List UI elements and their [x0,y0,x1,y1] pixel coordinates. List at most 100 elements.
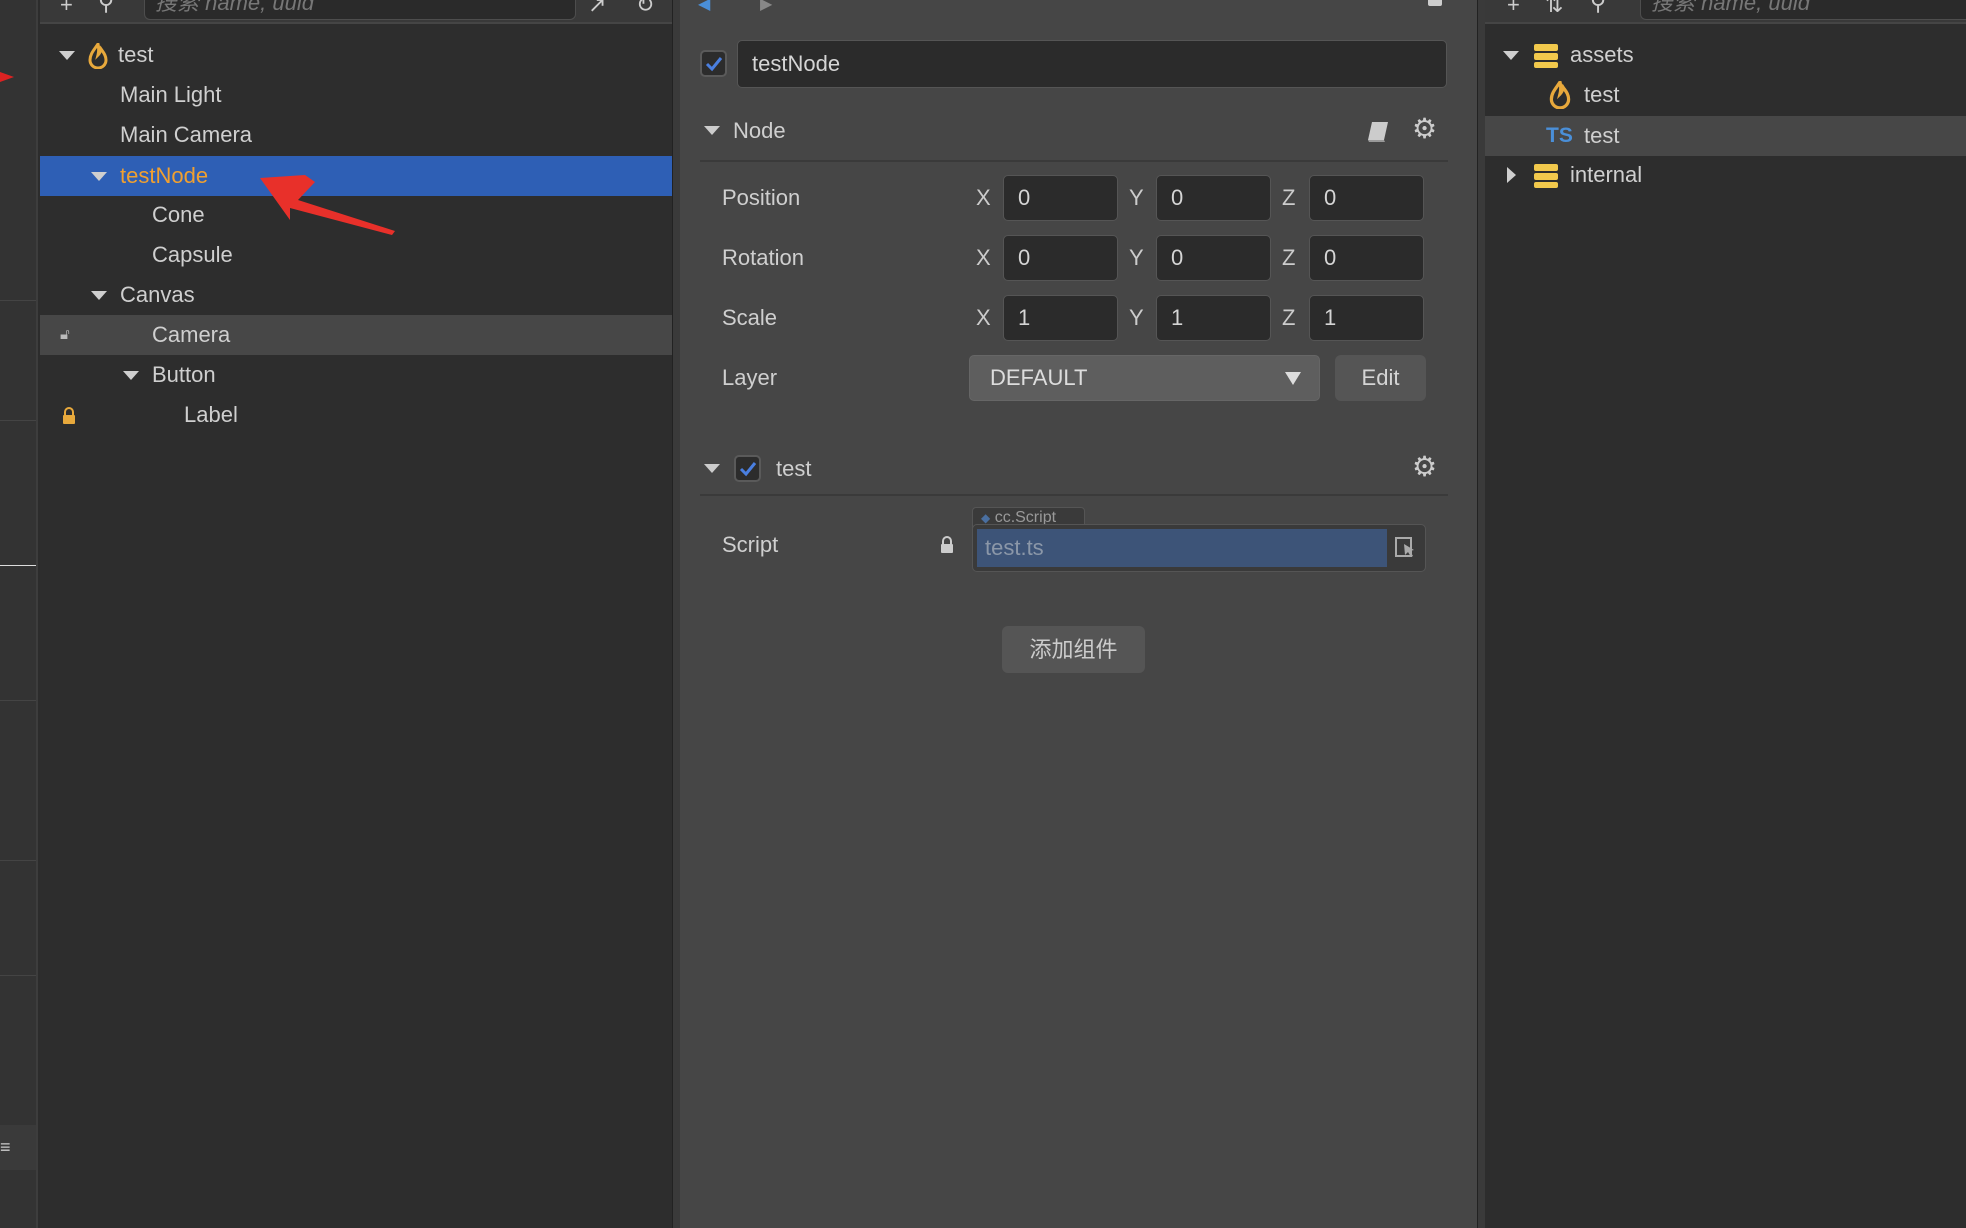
asset-item-internal[interactable]: internal [1485,155,1966,195]
add-icon[interactable]: + [1507,0,1520,18]
check-icon [705,57,723,72]
divider [700,494,1448,496]
assets-panel: + ⇅ ⚲ 搜索 name, uuid assets test TS test … [1485,0,1966,1228]
edit-layer-button[interactable]: Edit [1335,355,1426,401]
lock-icon[interactable] [62,407,76,424]
component-settings-gear-icon[interactable]: ⚙ [1412,450,1437,483]
help-book-icon[interactable] [1366,120,1392,144]
divider [700,160,1448,162]
asset-item-test-script[interactable]: TS test [1485,116,1966,156]
expand-icon[interactable] [1503,51,1519,60]
position-z-input[interactable]: 0 [1309,175,1424,221]
axis-x-label: X [976,305,991,330]
script-value: test.ts [977,529,1387,567]
database-icon [1534,44,1558,68]
layer-value: DEFAULT [990,365,1088,390]
axis-y-label: Y [1129,305,1144,330]
component-title: test [776,456,812,481]
scale-z-input[interactable]: 1 [1309,295,1424,341]
asset-item-test-scene[interactable]: test [1485,75,1966,115]
sort-icon[interactable]: ⇅ [1545,0,1563,18]
back-icon[interactable]: ◀ [698,0,710,14]
search-filter-icon[interactable]: ⚲ [98,0,114,16]
hierarchy-toolbar: + ⚲ 搜索 name, uuid ↗ ↻ [40,0,672,24]
tree-item-button[interactable]: Button [40,355,672,395]
annotation-arrow-icon [260,175,395,235]
asset-item-label: internal [1570,162,1643,187]
scale-x-input[interactable]: 1 [1003,295,1118,341]
axis-x-label: X [976,185,991,210]
axis-x-label: X [976,245,991,270]
position-x-input[interactable]: 0 [1003,175,1118,221]
search-filter-icon[interactable]: ⚲ [1590,0,1606,16]
rotation-z-input[interactable]: 0 [1309,235,1424,281]
axis-y-label: Y [1129,245,1144,270]
expand-icon[interactable] [1507,167,1516,183]
expand-icon[interactable] [91,172,107,181]
rotation-label: Rotation [722,245,804,270]
tree-item-label[interactable]: Label [40,395,672,435]
node-active-checkbox[interactable] [700,50,727,77]
hierarchy-panel: + ⚲ 搜索 name, uuid ↗ ↻ test Main Light Ma… [40,0,672,1228]
asset-item-label: assets [1570,42,1634,67]
collapse-component-icon[interactable] [704,464,720,473]
asset-item-label: test [1584,82,1620,107]
check-icon [739,462,757,477]
lock-panel-icon[interactable] [1428,0,1442,6]
hierarchy-search-input[interactable]: 搜索 name, uuid [144,0,576,20]
tree-item-label: Cone [152,202,205,227]
script-field[interactable]: test.ts [972,524,1426,572]
database-icon [1534,164,1558,188]
expand-icon[interactable] [123,371,139,380]
tree-item-capsule[interactable]: Capsule [40,235,672,275]
lock-icon [941,536,953,553]
tree-item-label: Main Camera [120,122,253,147]
tree-item-label: Label [184,402,238,427]
node-name-input[interactable]: testNode [737,40,1447,88]
asset-item-label: test [1584,123,1620,148]
scene-viewport[interactable]: ≡ [0,0,38,1228]
locate-asset-icon[interactable] [1395,537,1417,559]
assets-toolbar: + ⇅ ⚲ 搜索 name, uuid [1485,0,1966,24]
add-component-button[interactable]: 添加组件 [1002,626,1145,673]
scale-y-input[interactable]: 1 [1156,295,1271,341]
tree-item-camera[interactable]: 🔓︎ Camera [40,315,672,355]
forward-icon[interactable]: ▶ [760,0,772,14]
menu-icon[interactable]: ≡ [0,1125,36,1170]
panel-splitter[interactable] [672,0,680,1228]
tree-item-label: Main Light [120,82,222,107]
tree-item-label: test [118,42,154,67]
expand-icon[interactable] [91,291,107,300]
typescript-icon: TS [1546,124,1573,147]
axis-z-label: Z [1282,305,1296,330]
collapse-node-icon[interactable] [704,126,720,135]
expand-icon[interactable] [59,51,75,60]
inspector-panel: ◀ ▶ testNode Node ⚙ Position X 0 Y 0 Z 0 Rotati… [680,0,1477,1228]
add-icon[interactable]: + [60,0,73,18]
tree-item-test[interactable]: test [40,35,672,75]
tree-item-label: testNode [120,163,209,188]
rotation-x-input[interactable]: 0 [1003,235,1118,281]
collapse-icon[interactable]: ↗ [588,0,606,18]
layer-dropdown[interactable]: DEFAULT [969,355,1320,401]
script-label: Script [722,532,779,557]
refresh-icon[interactable]: ↻ [636,0,654,18]
assets-search-input[interactable]: 搜索 name, uuid [1640,0,1966,20]
rotation-y-input[interactable]: 0 [1156,235,1271,281]
unlock-icon[interactable]: 🔓︎ [60,315,70,355]
scene-flame-icon [1549,81,1571,109]
tree-item-label: Camera [152,322,231,347]
node-settings-gear-icon[interactable]: ⚙ [1412,112,1437,145]
tree-item-canvas[interactable]: Canvas [40,275,672,315]
tree-item-main-camera[interactable]: Main Camera [40,115,672,155]
x-axis-gizmo-icon [0,72,14,82]
panel-splitter[interactable] [1477,0,1485,1228]
tree-item-main-light[interactable]: Main Light [40,75,672,115]
position-y-input[interactable]: 0 [1156,175,1271,221]
dropdown-arrow-icon [1285,372,1301,385]
position-label: Position [722,185,801,210]
layer-label: Layer [722,365,778,390]
component-enabled-checkbox[interactable] [734,455,761,482]
node-section-title: Node [733,118,786,143]
asset-item-assets[interactable]: assets [1485,35,1966,75]
